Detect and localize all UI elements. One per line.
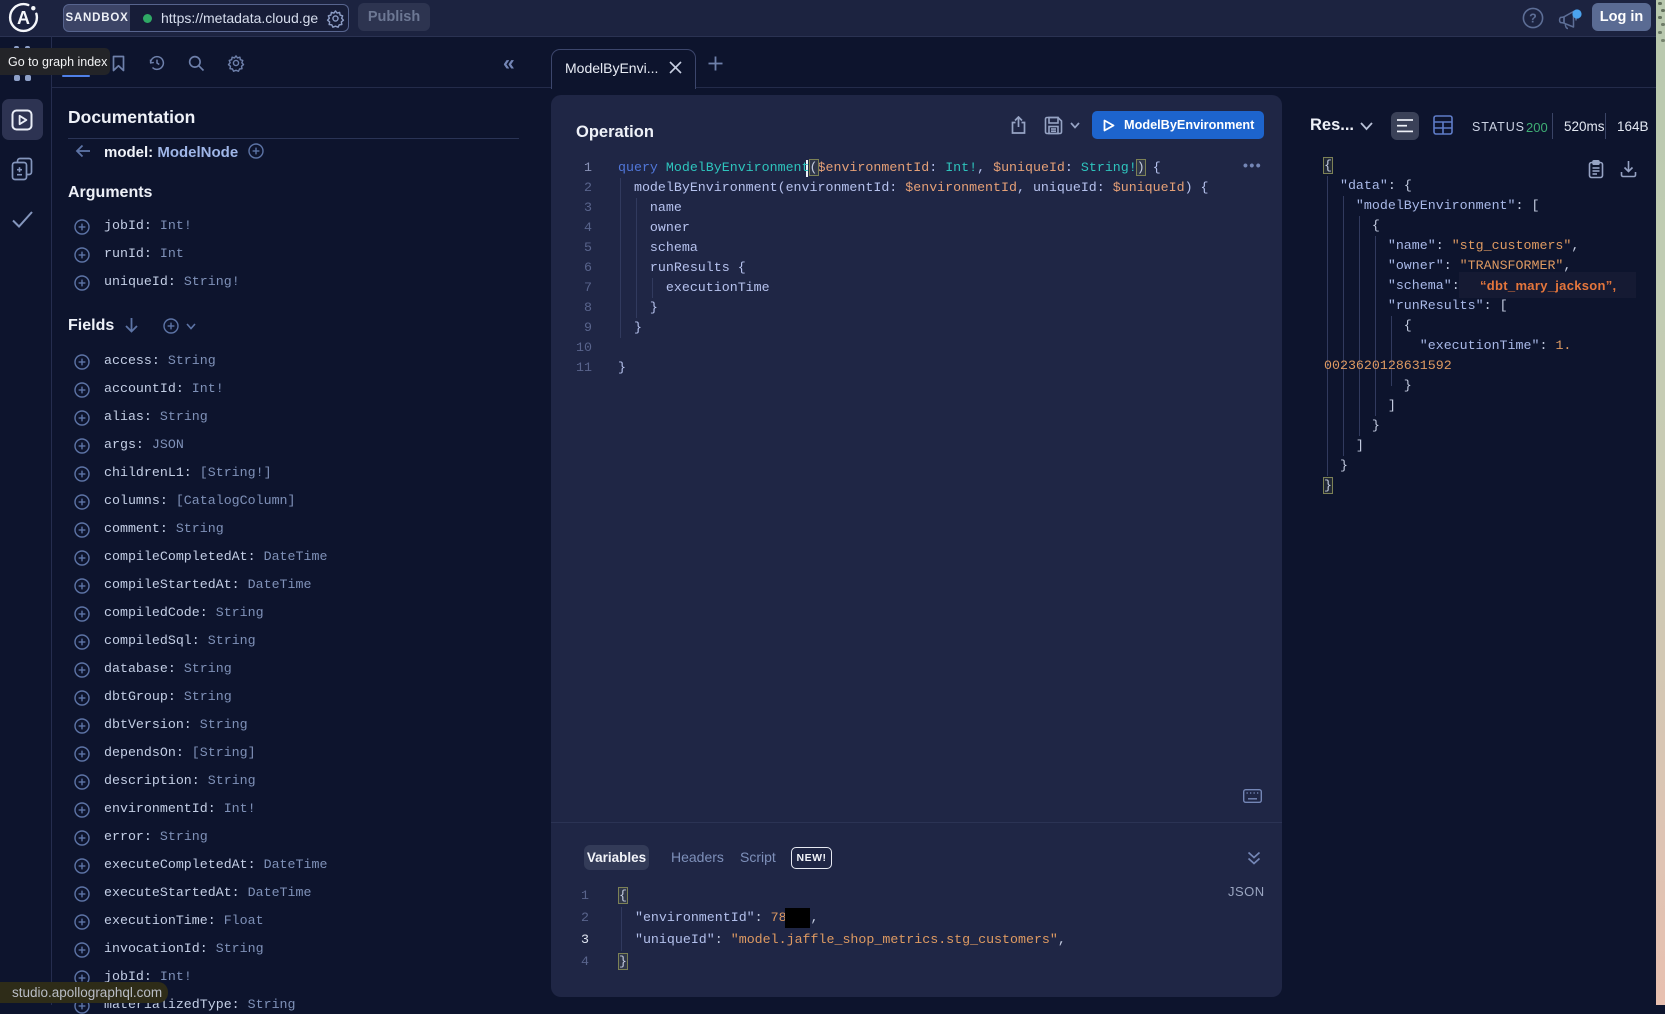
svg-text:A: A bbox=[17, 8, 30, 28]
svg-text:?: ? bbox=[1529, 12, 1537, 26]
